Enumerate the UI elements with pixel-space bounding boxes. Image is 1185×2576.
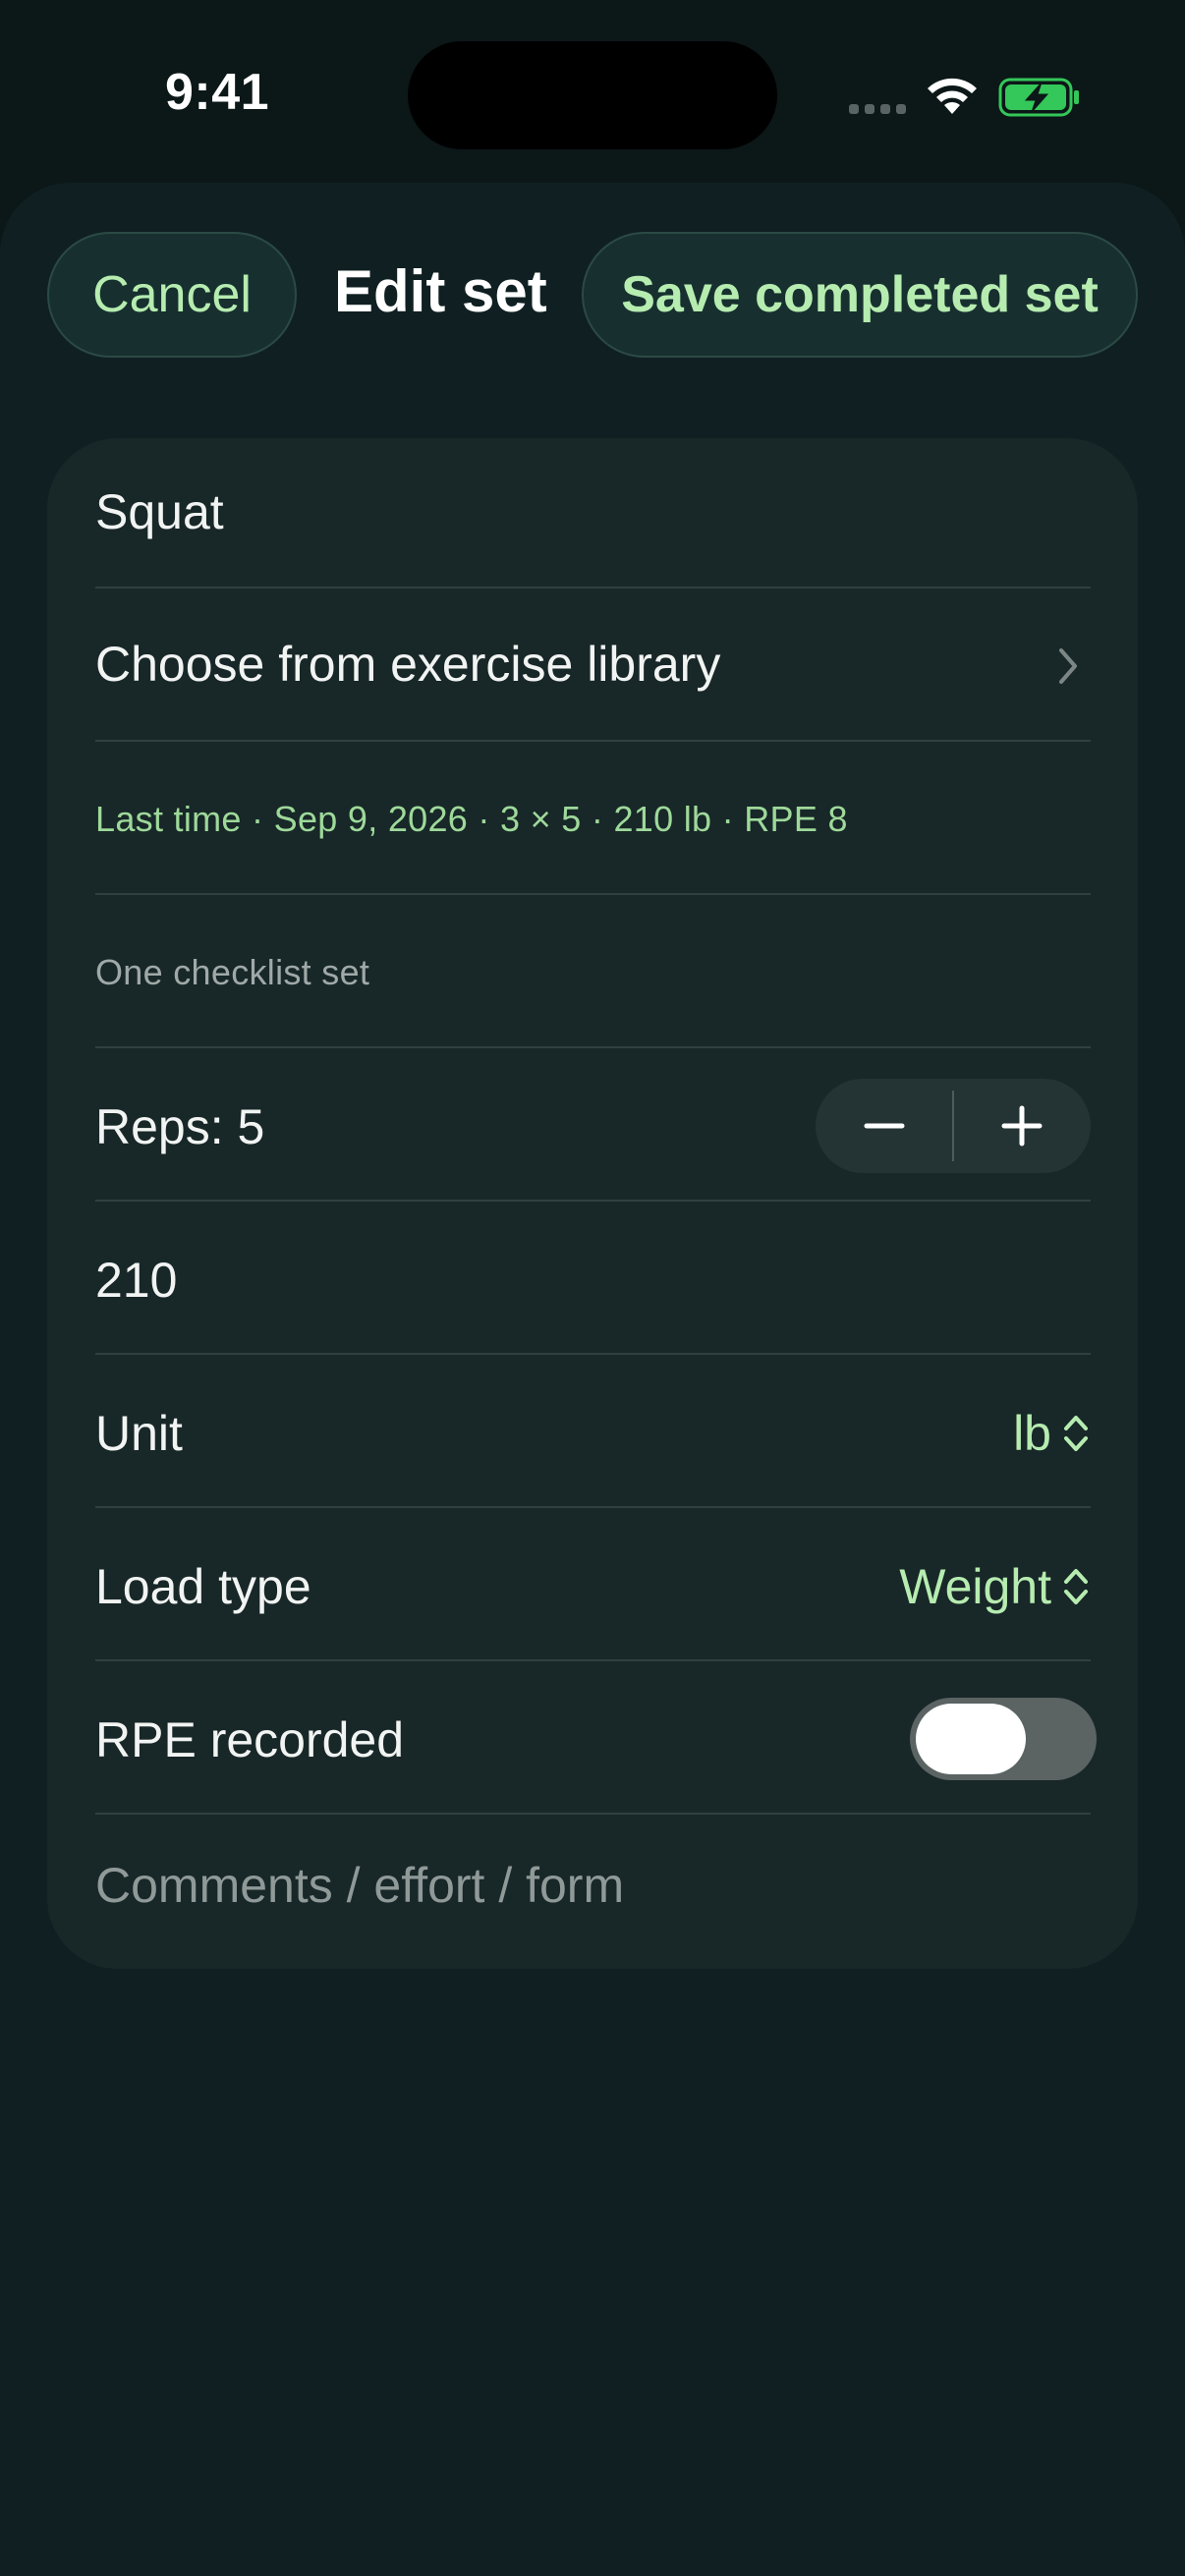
unit-picker[interactable]: lb: [1013, 1405, 1091, 1462]
set-mode-label: One checklist set: [95, 952, 370, 992]
chevron-up-down-icon: [1064, 1416, 1088, 1451]
reps-label: Reps: 5: [95, 1099, 265, 1154]
divider: [95, 893, 1091, 895]
status-bar: 9:41: [0, 0, 1185, 187]
load-type-picker[interactable]: Weight: [899, 1558, 1091, 1615]
chevron-up-down-icon: [1064, 1569, 1088, 1604]
unit-label: Unit: [95, 1406, 183, 1461]
toggle-knob: [916, 1704, 1026, 1774]
cellular-signal-icon: [849, 104, 906, 114]
divider: [95, 587, 1091, 588]
exercise-library-row[interactable]: Choose from exercise library: [95, 589, 1091, 741]
minus-icon: [864, 1123, 905, 1129]
wifi-icon: [928, 78, 977, 114]
comments-field[interactable]: Comments / effort / form: [95, 1857, 624, 1914]
battery-charging-icon: [998, 78, 1079, 117]
decrement-reps-button[interactable]: [816, 1079, 953, 1173]
load-type-label: Load type: [95, 1559, 311, 1614]
status-time: 9:41: [165, 64, 270, 121]
reps-stepper: [816, 1079, 1091, 1173]
unit-value: lb: [1013, 1406, 1051, 1461]
increment-reps-button[interactable]: [953, 1079, 1091, 1173]
save-completed-set-button[interactable]: Save completed set: [582, 232, 1138, 358]
cancel-button[interactable]: Cancel: [47, 232, 297, 358]
divider: [95, 1813, 1091, 1815]
divider: [95, 1046, 1091, 1048]
unit-row: Unit lb: [95, 1356, 1091, 1507]
divider: [95, 740, 1091, 742]
rpe-recorded-label: RPE recorded: [95, 1712, 405, 1767]
divider: [95, 1353, 1091, 1355]
chevron-right-icon: [1059, 648, 1077, 684]
plus-icon: [1001, 1105, 1043, 1147]
weight-field[interactable]: 210: [95, 1252, 177, 1309]
dynamic-island: [408, 41, 777, 149]
divider: [95, 1200, 1091, 1202]
last-time-summary: Last time · Sep 9, 2026 · 3 × 5 · 210 lb…: [95, 799, 848, 839]
load-type-row: Load type Weight: [95, 1509, 1091, 1660]
load-type-value: Weight: [899, 1559, 1051, 1614]
rpe-recorded-toggle[interactable]: [910, 1698, 1097, 1780]
page-title: Edit set: [334, 258, 547, 324]
exercise-library-label: Choose from exercise library: [95, 637, 721, 692]
divider: [95, 1659, 1091, 1661]
exercise-name-field[interactable]: Squat: [95, 483, 224, 540]
divider: [95, 1506, 1091, 1508]
